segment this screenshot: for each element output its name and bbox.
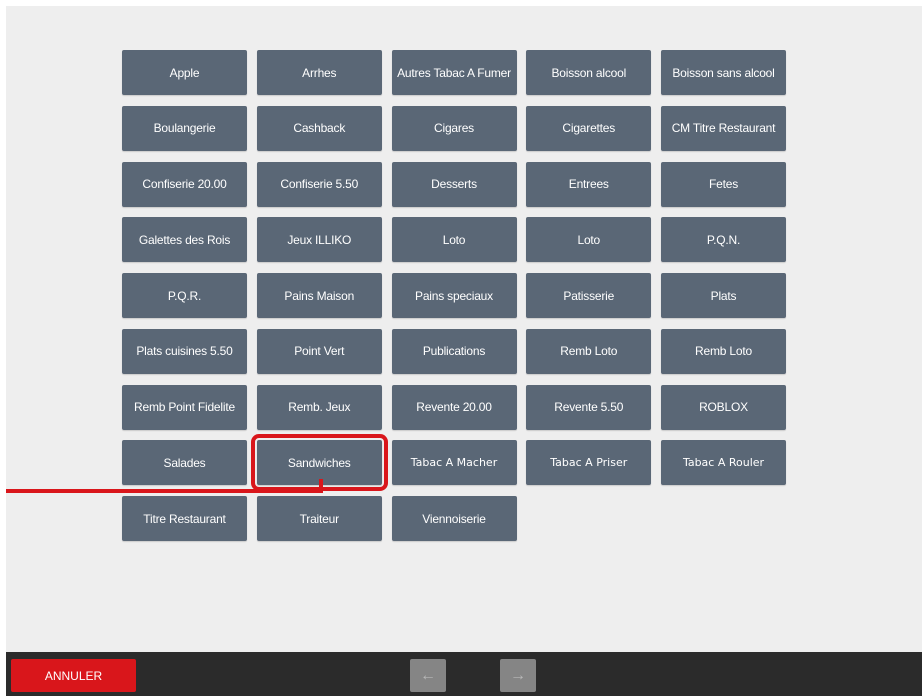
arrow-left-icon: ← xyxy=(420,666,436,684)
category-button-loto-2[interactable]: Loto xyxy=(526,217,652,263)
category-button-boulangerie[interactable]: Boulangerie xyxy=(122,105,247,151)
category-button-remb-point-fidelite[interactable]: Remb Point Fidelite xyxy=(122,384,247,430)
category-button-apple[interactable]: Apple xyxy=(122,50,247,95)
pos-screen: Apple Arrhes Autres Tabac A Fumer Boisso… xyxy=(6,6,922,696)
category-button-remb-jeux[interactable]: Remb. Jeux xyxy=(256,384,382,430)
category-button-entrees[interactable]: Entrees xyxy=(526,161,652,207)
category-button-revente-20[interactable]: Revente 20.00 xyxy=(391,384,517,430)
prev-page-button[interactable]: ← xyxy=(410,659,446,692)
category-grid: Apple Arrhes Autres Tabac A Fumer Boisso… xyxy=(122,50,792,541)
category-button-fetes[interactable]: Fetes xyxy=(661,161,786,207)
category-button-viennoiserie[interactable]: Viennoiserie xyxy=(391,496,517,541)
category-button-remb-loto[interactable]: Remb Loto xyxy=(526,328,652,374)
category-button-cigarettes[interactable]: Cigarettes xyxy=(526,105,652,151)
category-button-revente-5-50[interactable]: Revente 5.50 xyxy=(526,384,652,430)
category-button-cm-titre-restaurant[interactable]: CM Titre Restaurant xyxy=(661,105,786,151)
highlight-connector-line xyxy=(6,489,321,493)
category-button-confiserie-5-50[interactable]: Confiserie 5.50 xyxy=(256,161,382,207)
category-button-boisson-alcool[interactable]: Boisson alcool xyxy=(526,50,652,95)
category-button-autres-tabac-a-fumer[interactable]: Autres Tabac A Fumer xyxy=(391,50,517,95)
category-button-boisson-sans-alcool[interactable]: Boisson sans alcool xyxy=(661,50,786,95)
bottom-toolbar: ANNULER ← → xyxy=(6,652,922,696)
category-button-remb-loto-2[interactable]: Remb Loto xyxy=(661,328,786,374)
category-button-patisserie[interactable]: Patisserie xyxy=(526,273,652,318)
category-button-publications[interactable]: Publications xyxy=(391,328,517,374)
category-button-plats[interactable]: Plats xyxy=(661,273,786,318)
highlight-connector-stem xyxy=(319,479,323,493)
category-button-jeux-illiko[interactable]: Jeux ILLIKO xyxy=(256,217,382,263)
category-button-traiteur[interactable]: Traiteur xyxy=(256,496,382,541)
category-button-pqr[interactable]: P.Q.R. xyxy=(122,273,247,318)
arrow-right-icon: → xyxy=(510,666,526,684)
next-page-button[interactable]: → xyxy=(500,659,536,692)
category-button-roblox[interactable]: ROBLOX xyxy=(661,384,786,430)
category-button-pains-maison[interactable]: Pains Maison xyxy=(256,273,382,318)
category-button-desserts[interactable]: Desserts xyxy=(391,161,517,207)
category-button-arrhes[interactable]: Arrhes xyxy=(256,50,382,95)
category-button-pqn[interactable]: P.Q.N. xyxy=(661,217,786,263)
category-button-titre-restaurant[interactable]: Titre Restaurant xyxy=(122,496,247,541)
category-button-plats-cuisines[interactable]: Plats cuisines 5.50 xyxy=(122,328,247,374)
category-button-salades[interactable]: Salades xyxy=(122,440,247,486)
category-button-galettes-des-rois[interactable]: Galettes des Rois xyxy=(122,217,247,263)
category-button-tabac-a-rouler[interactable]: Tabac A Rouler xyxy=(661,440,786,486)
category-button-point-vert[interactable]: Point Vert xyxy=(256,328,382,374)
category-button-loto[interactable]: Loto xyxy=(391,217,517,263)
category-button-pains-speciaux[interactable]: Pains speciaux xyxy=(391,273,517,318)
category-button-tabac-a-priser[interactable]: Tabac A Priser xyxy=(526,440,652,486)
category-button-cigares[interactable]: Cigares xyxy=(391,105,517,151)
category-button-cashback[interactable]: Cashback xyxy=(256,105,382,151)
cancel-button[interactable]: ANNULER xyxy=(11,659,136,692)
category-button-tabac-a-macher[interactable]: Tabac A Macher xyxy=(391,440,517,486)
category-button-confiserie-20[interactable]: Confiserie 20.00 xyxy=(122,161,247,207)
